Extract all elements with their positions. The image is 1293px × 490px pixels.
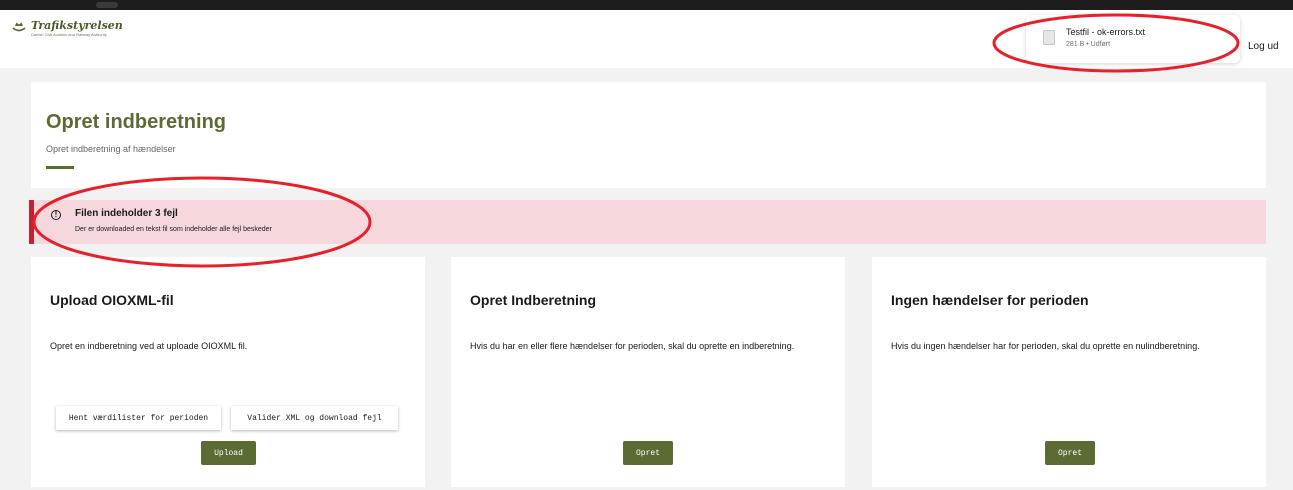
logo-subtitle: Danish Civil Aviation and Railway Author… — [31, 32, 107, 37]
create-report-card: Opret Indberetning Hvis du har en eller … — [451, 257, 845, 487]
logout-link[interactable]: Log ud — [1248, 41, 1279, 52]
card-text: Hvis du har en eller flere hændelser for… — [470, 341, 795, 351]
alert-title: Filen indeholder 3 fejl — [75, 208, 178, 219]
crown-icon — [12, 22, 26, 32]
create-nil-report-button[interactable]: Opret — [1045, 441, 1095, 465]
create-report-button[interactable]: Opret — [623, 441, 673, 465]
trafikstyrelsen-logo[interactable]: Trafikstyrelsen Danish Civil Aviation an… — [12, 20, 123, 38]
no-events-card: Ingen hændelser for perioden Hvis du ing… — [872, 257, 1266, 487]
page-subtitle: Opret indberetning af hændelser — [46, 144, 176, 154]
alert-circle-icon: ! — [51, 210, 61, 220]
downloaded-file-name[interactable]: Testfil - ok-errors.txt — [1066, 27, 1145, 37]
browser-top-strip — [0, 0, 1293, 10]
card-title: Ingen hændelser for perioden — [891, 292, 1089, 308]
card-title: Opret Indberetning — [470, 292, 596, 308]
validate-xml-button[interactable]: Valider XML og download fejl — [231, 406, 398, 430]
fetch-value-lists-button[interactable]: Hent værdilister for perioden — [56, 406, 221, 430]
card-text: Opret en indberetning ved at uploade OIO… — [50, 341, 248, 351]
card-title: Upload OIOXML-fil — [50, 292, 174, 308]
upload-button[interactable]: Upload — [201, 441, 256, 465]
alert-message: Der er downloaded en tekst fil som indeh… — [75, 226, 272, 233]
title-underline — [46, 166, 74, 169]
error-alert: ! Filen indeholder 3 fejl Der er downloa… — [29, 200, 1266, 244]
downloaded-file-meta: 281 B • Udført — [1066, 41, 1111, 48]
file-icon — [1043, 30, 1055, 45]
upload-card: Upload OIOXML-fil Opret en indberetning … — [31, 257, 425, 487]
title-card: Opret indberetning Opret indberetning af… — [31, 82, 1266, 188]
download-notification[interactable]: Testfil - ok-errors.txt 281 B • Udført — [1026, 15, 1240, 63]
card-text: Hvis du ingen hændelser har for perioden… — [891, 341, 1200, 351]
page-title: Opret indberetning — [46, 111, 226, 133]
alert-accent-bar — [29, 200, 34, 244]
logo-name: Trafikstyrelsen — [31, 19, 123, 32]
tab-handle — [96, 2, 118, 8]
